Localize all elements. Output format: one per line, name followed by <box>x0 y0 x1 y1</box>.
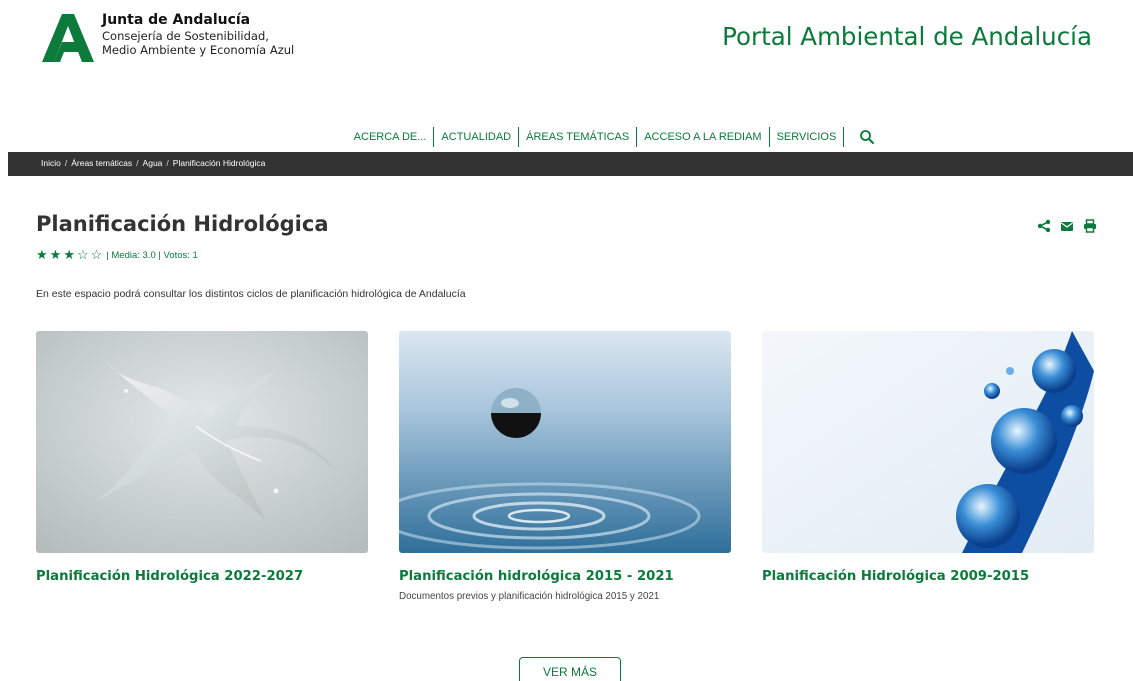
star-empty-icon[interactable]: ☆ <box>77 248 89 262</box>
email-icon[interactable] <box>1060 219 1074 233</box>
water-drop-image[interactable] <box>399 331 731 553</box>
breadcrumb-separator: / <box>166 158 169 168</box>
breadcrumb: Inicio / Áreas temáticas / Agua / Planificació… <box>41 158 265 168</box>
breadcrumb-agua[interactable]: Agua <box>143 158 163 168</box>
breadcrumb-areas-tematicas[interactable]: Áreas temáticas <box>71 158 132 168</box>
breadcrumb-inicio[interactable]: Inicio <box>41 158 61 168</box>
main-nav: ACERCA DE... ACTUALIDAD ÁREAS TEMÁTICAS … <box>0 127 1133 149</box>
logo-title: Junta de Andalucía <box>102 12 251 28</box>
logo-text: Junta de Andalucía Consejería de Sosteni… <box>102 12 294 57</box>
card-2009-2015[interactable]: Planificación Hidrológica 2009-2015 <box>762 331 1094 584</box>
page-title: Planificación Hidrológica <box>36 212 329 236</box>
nav-item-areas-tematicas[interactable]: ÁREAS TEMÁTICAS <box>518 127 636 147</box>
nav-item-actualidad[interactable]: ACTUALIDAD <box>433 127 518 147</box>
water-splash-image[interactable] <box>36 331 368 553</box>
junta-logo-icon <box>42 14 94 62</box>
share-icon[interactable] <box>1037 219 1051 233</box>
star-empty-icon[interactable]: ☆ <box>91 248 103 262</box>
card-2015-2021[interactable]: Planificación hidrológica 2015 - 2021 Do… <box>399 331 731 602</box>
rating-widget: ★ ★ ★ ☆ ☆ | Media: 3.0 | Votos: 1 <box>36 248 198 262</box>
search-icon[interactable] <box>858 128 876 146</box>
water-bubbles-image[interactable] <box>762 331 1094 553</box>
breadcrumb-bar: Inicio / Áreas temáticas / Agua / Planificació… <box>8 152 1133 176</box>
logo-subtitle-line-2: Medio Ambiente y Economía Azul <box>102 43 295 57</box>
breadcrumb-current: Planificación Hidrológica <box>172 158 266 168</box>
nav-item-servicios[interactable]: SERVICIOS <box>768 127 845 147</box>
card-title[interactable]: Planificación Hidrológica 2009-2015 <box>762 569 1094 584</box>
junta-logo[interactable]: Junta de Andalucía Consejería de Sosteni… <box>40 12 294 64</box>
print-icon[interactable] <box>1083 219 1097 233</box>
card-title[interactable]: Planificación hidrológica 2015 - 2021 <box>399 569 731 584</box>
rating-summary: | Media: 3.0 | Votos: 1 <box>106 249 198 261</box>
card-title[interactable]: Planificación Hidrológica 2022-2027 <box>36 569 368 584</box>
logo-subtitle-line-1: Consejería de Sostenibilidad, <box>102 29 269 43</box>
card-2022-2027[interactable]: Planificación Hidrológica 2022-2027 <box>36 331 368 584</box>
ver-mas-button[interactable]: VER MÁS <box>519 657 621 681</box>
nav-item-rediam[interactable]: ACCESO A LA REDIAM <box>636 127 768 147</box>
portal-title[interactable]: Portal Ambiental de Andalucía <box>722 22 1092 51</box>
card-description: Documentos previos y planificación hidro… <box>399 591 660 602</box>
nav-item-acerca[interactable]: ACERCA DE... <box>347 127 434 147</box>
page-tools <box>1037 219 1097 233</box>
site-header: Junta de Andalucía Consejería de Sosteni… <box>0 0 1133 120</box>
intro-text: En este espacio podrá consultar los dist… <box>36 288 466 300</box>
breadcrumb-separator: / <box>64 158 68 168</box>
star-filled-icon[interactable]: ★ <box>36 248 48 262</box>
star-filled-icon[interactable]: ★ <box>63 248 75 262</box>
breadcrumb-separator: / <box>136 158 139 168</box>
star-filled-icon[interactable]: ★ <box>50 248 62 262</box>
